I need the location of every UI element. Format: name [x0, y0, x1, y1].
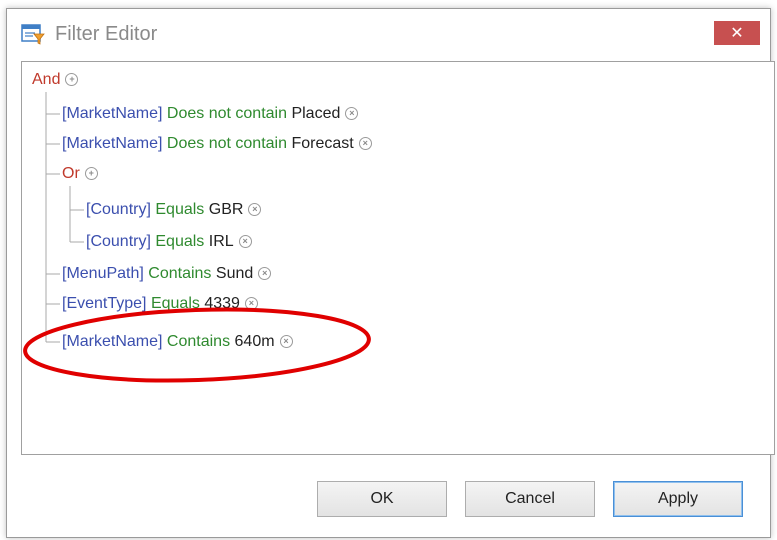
remove-circle-icon[interactable]: × — [258, 267, 272, 281]
remove-circle-icon[interactable]: × — [244, 297, 258, 311]
close-button[interactable]: ✕ — [714, 21, 760, 45]
condition-row[interactable]: [MarketName] Does not contain Placed × — [62, 102, 359, 126]
cancel-button[interactable]: Cancel — [465, 481, 595, 517]
apply-button-label: Apply — [657, 490, 699, 507]
condition-operator[interactable]: Does not contain — [167, 105, 287, 122]
title-bar: Filter Editor ✕ — [7, 9, 770, 59]
condition-value[interactable]: Forecast — [291, 135, 353, 152]
filter-editor-icon — [21, 24, 45, 45]
ok-button-label: OK — [370, 490, 394, 507]
group-operator-or[interactable]: Or — [62, 165, 80, 182]
remove-circle-icon[interactable]: × — [279, 335, 293, 349]
add-circle-icon[interactable]: + — [65, 73, 79, 87]
condition-field[interactable]: [MenuPath] — [62, 265, 144, 282]
condition-field[interactable]: [Country] — [86, 201, 151, 218]
close-icon: ✕ — [730, 25, 744, 42]
remove-circle-icon[interactable]: × — [238, 235, 252, 249]
condition-value[interactable]: IRL — [209, 233, 234, 250]
condition-field[interactable]: [MarketName] — [62, 333, 162, 350]
button-bar: OK Cancel Apply — [7, 457, 770, 537]
condition-operator[interactable]: Equals — [155, 201, 204, 218]
condition-row[interactable]: [MarketName] Contains 640m × — [62, 330, 293, 354]
condition-operator[interactable]: Does not contain — [167, 135, 287, 152]
condition-value[interactable]: GBR — [209, 201, 244, 218]
condition-value[interactable]: 4339 — [204, 295, 240, 312]
condition-field[interactable]: [Country] — [86, 233, 151, 250]
condition-operator[interactable]: Contains — [167, 333, 230, 350]
filter-editor-window: Filter Editor ✕ And + [MarketName] Does … — [6, 8, 775, 538]
condition-field[interactable]: [EventType] — [62, 295, 147, 312]
condition-value[interactable]: Placed — [291, 105, 340, 122]
condition-field[interactable]: [MarketName] — [62, 105, 162, 122]
remove-circle-icon[interactable]: × — [248, 203, 262, 217]
condition-row[interactable]: [MenuPath] Contains Sund × — [62, 262, 272, 286]
window-title: Filter Editor — [55, 23, 158, 45]
condition-operator[interactable]: Contains — [148, 265, 211, 282]
group-operator-and[interactable]: And — [32, 71, 60, 88]
add-circle-icon[interactable]: + — [84, 167, 98, 181]
remove-circle-icon[interactable]: × — [358, 137, 372, 151]
condition-value[interactable]: Sund — [216, 265, 253, 282]
condition-row[interactable]: [Country] Equals GBR × — [86, 198, 262, 222]
condition-row[interactable]: [Country] Equals IRL × — [86, 230, 252, 254]
condition-row[interactable]: [MarketName] Does not contain Forecast × — [62, 132, 372, 156]
condition-operator[interactable]: Equals — [151, 295, 200, 312]
ok-button[interactable]: OK — [317, 481, 447, 517]
remove-circle-icon[interactable]: × — [345, 107, 359, 121]
tree-root-and[interactable]: And + — [32, 68, 79, 92]
tree-group-or[interactable]: Or + — [62, 162, 98, 186]
condition-value[interactable]: 640m — [235, 333, 275, 350]
condition-field[interactable]: [MarketName] — [62, 135, 162, 152]
condition-row[interactable]: [EventType] Equals 4339 × — [62, 292, 258, 316]
cancel-button-label: Cancel — [505, 490, 555, 507]
apply-button[interactable]: Apply — [613, 481, 743, 517]
condition-operator[interactable]: Equals — [155, 233, 204, 250]
filter-tree: And + [MarketName] Does not contain Place… — [21, 61, 775, 455]
